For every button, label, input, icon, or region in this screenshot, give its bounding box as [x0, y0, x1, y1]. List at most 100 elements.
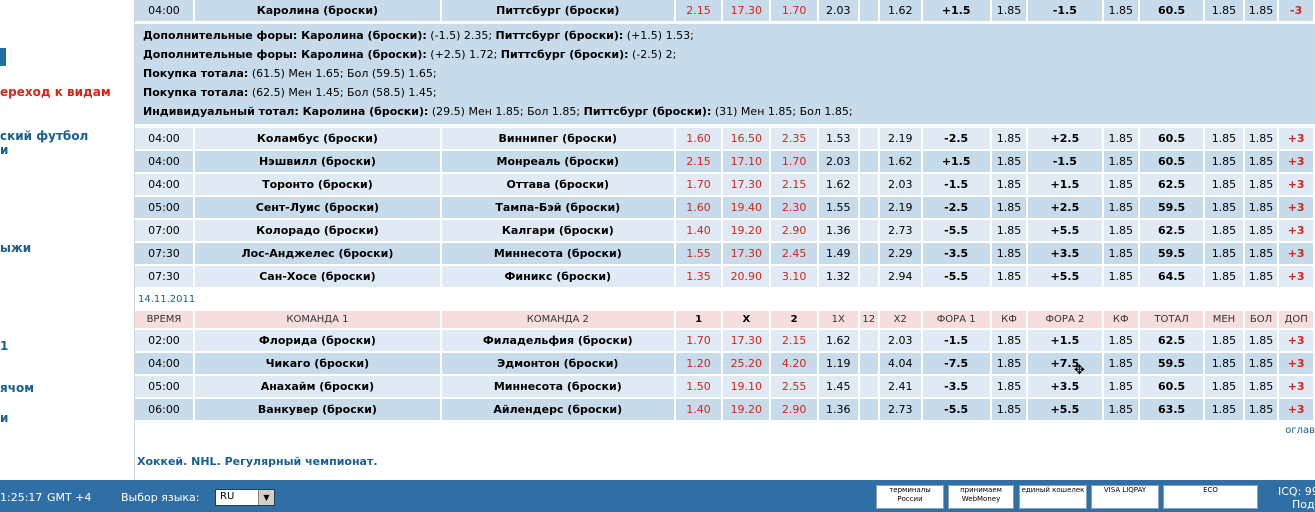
cell-kf2[interactable]: 1.85 [1102, 265, 1141, 289]
cell-x2[interactable]: 2.29 [878, 242, 923, 266]
cell-bol[interactable]: 1.85 [1243, 0, 1280, 23]
liqpay-badge[interactable]: VISA LIQPAY [1091, 485, 1159, 509]
cell-fora1[interactable]: +1.5 [921, 150, 992, 174]
market-odds[interactable]: (31) Мен 1.85; Бол 1.85; [711, 105, 853, 118]
cell-dop[interactable]: +3 [1278, 352, 1315, 376]
cell-x[interactable]: 16.50 [722, 128, 772, 151]
cell-kf1[interactable]: 1.85 [990, 352, 1029, 376]
cell-dop[interactable]: +3 [1278, 196, 1315, 220]
market-odds[interactable]: (-1.5) 2.35; [427, 29, 496, 42]
cell-men[interactable]: 1.85 [1204, 150, 1245, 174]
cell-kf2[interactable]: 1.85 [1102, 173, 1141, 197]
cell-x1[interactable]: 1.53 [817, 128, 860, 151]
cell-kf2[interactable]: 1.85 [1102, 329, 1141, 353]
cell-kf1[interactable]: 1.85 [990, 0, 1029, 23]
cell-total[interactable]: 63.5 [1139, 398, 1206, 422]
cell-o2[interactable]: 2.90 [770, 398, 819, 422]
cell-kf2[interactable]: 1.85 [1102, 128, 1141, 151]
cell-bol[interactable]: 1.85 [1243, 173, 1280, 197]
cell-x2[interactable]: 2.19 [878, 128, 923, 151]
cell-men[interactable]: 1.85 [1204, 219, 1245, 243]
cell-o2[interactable]: 2.15 [770, 173, 819, 197]
cell-fora1[interactable]: -1.5 [921, 173, 992, 197]
cell-dop[interactable]: +3 [1278, 173, 1315, 197]
cell-x[interactable]: 19.20 [722, 398, 772, 422]
cell-kf1[interactable]: 1.85 [990, 398, 1029, 422]
more-link[interactable]: оглав [1285, 425, 1315, 436]
cell-o2[interactable]: 2.35 [770, 128, 819, 151]
sidebar-item-ball[interactable]: ячом [0, 381, 34, 395]
cell-x2[interactable]: 4.04 [878, 352, 923, 376]
cell-x2[interactable]: 1.62 [878, 0, 923, 23]
cell-fora2[interactable]: +5.5 [1027, 398, 1104, 422]
cell-x1[interactable]: 1.55 [817, 196, 860, 220]
cell-x1[interactable]: 2.03 [817, 150, 860, 174]
cell-kf1[interactable]: 1.85 [990, 242, 1029, 266]
cell-x[interactable]: 19.40 [722, 196, 772, 220]
cell-kf1[interactable]: 1.85 [990, 265, 1029, 289]
cell-fora1[interactable]: -3.5 [921, 242, 992, 266]
cell-men[interactable]: 1.85 [1204, 265, 1245, 289]
cell-bol[interactable]: 1.85 [1243, 150, 1280, 174]
cell-kf2[interactable]: 1.85 [1102, 219, 1141, 243]
cell-bol[interactable]: 1.85 [1243, 329, 1280, 353]
cell-x[interactable]: 19.20 [722, 219, 772, 243]
cell-o1[interactable]: 1.60 [674, 128, 724, 151]
cell-o1[interactable]: 2.15 [674, 0, 724, 23]
cell-dop[interactable]: +3 [1278, 150, 1315, 174]
cell-o2[interactable]: 2.30 [770, 196, 819, 220]
cell-total[interactable]: 59.5 [1139, 352, 1206, 376]
cell-o2[interactable]: 2.55 [770, 375, 819, 399]
cell-dop[interactable]: +3 [1278, 219, 1315, 243]
cell-o2[interactable]: 2.45 [770, 242, 819, 266]
wallet-badge[interactable]: единый кошелек [1019, 485, 1087, 509]
cell-fora2[interactable]: -1.5 [1027, 0, 1104, 23]
cell-fora1[interactable]: +1.5 [921, 0, 992, 23]
cell-fora2[interactable]: +2.5 [1027, 128, 1104, 151]
market-odds[interactable]: (-2.5) 2; [629, 48, 676, 61]
cell-o1[interactable]: 1.35 [674, 265, 724, 289]
cell-o1[interactable]: 1.40 [674, 398, 724, 422]
market-odds[interactable]: (+2.5) 1.72; [427, 48, 501, 61]
cell-total[interactable]: 62.5 [1139, 329, 1206, 353]
cell-total[interactable]: 60.5 [1139, 128, 1206, 151]
cell-kf2[interactable]: 1.85 [1102, 196, 1141, 220]
market-odds[interactable]: (+1.5) 1.53; [623, 29, 694, 42]
cell-men[interactable]: 1.85 [1204, 352, 1245, 376]
cell-dop[interactable]: +3 [1278, 128, 1315, 151]
cell-x[interactable]: 25.20 [722, 352, 772, 376]
cell-fora1[interactable]: -1.5 [921, 329, 992, 353]
cell-fora2[interactable]: +3.5 [1027, 375, 1104, 399]
cell-x[interactable]: 17.30 [722, 329, 772, 353]
cell-total[interactable]: 64.5 [1139, 265, 1206, 289]
cell-bol[interactable]: 1.85 [1243, 219, 1280, 243]
cell-fora2[interactable]: -1.5 [1027, 150, 1104, 174]
cell-bol[interactable]: 1.85 [1243, 196, 1280, 220]
cell-o2[interactable]: 4.20 [770, 352, 819, 376]
sidebar-item-skiing[interactable]: ыжи [0, 241, 31, 255]
cell-x2[interactable]: 2.41 [878, 375, 923, 399]
cell-x1[interactable]: 1.62 [817, 173, 860, 197]
cell-x1[interactable]: 2.03 [817, 0, 860, 23]
cell-bol[interactable]: 1.85 [1243, 242, 1280, 266]
webmoney-badge[interactable]: принимаем WebMoney [948, 485, 1014, 509]
cell-dop[interactable]: +3 [1278, 398, 1315, 422]
cell-fora1[interactable]: -2.5 [921, 196, 992, 220]
cell-men[interactable]: 1.85 [1204, 173, 1245, 197]
cell-fora1[interactable]: -5.5 [921, 219, 992, 243]
cell-kf2[interactable]: 1.85 [1102, 398, 1141, 422]
cell-fora2[interactable]: +2.5 [1027, 196, 1104, 220]
cell-fora1[interactable]: -5.5 [921, 265, 992, 289]
terminals-badge[interactable]: терминалы России [876, 485, 944, 509]
cell-x[interactable]: 17.10 [722, 150, 772, 174]
cell-x2[interactable]: 2.73 [878, 219, 923, 243]
sidebar-item-other[interactable]: и [0, 411, 8, 425]
cell-x2[interactable]: 2.94 [878, 265, 923, 289]
cell-fora2[interactable]: +5.5 [1027, 265, 1104, 289]
cell-kf1[interactable]: 1.85 [990, 128, 1029, 151]
cell-o2[interactable]: 1.70 [770, 0, 819, 23]
cell-total[interactable]: 60.5 [1139, 0, 1206, 23]
cell-fora1[interactable]: -5.5 [921, 398, 992, 422]
cell-dop[interactable]: +3 [1278, 265, 1315, 289]
cell-x[interactable]: 17.30 [722, 173, 772, 197]
